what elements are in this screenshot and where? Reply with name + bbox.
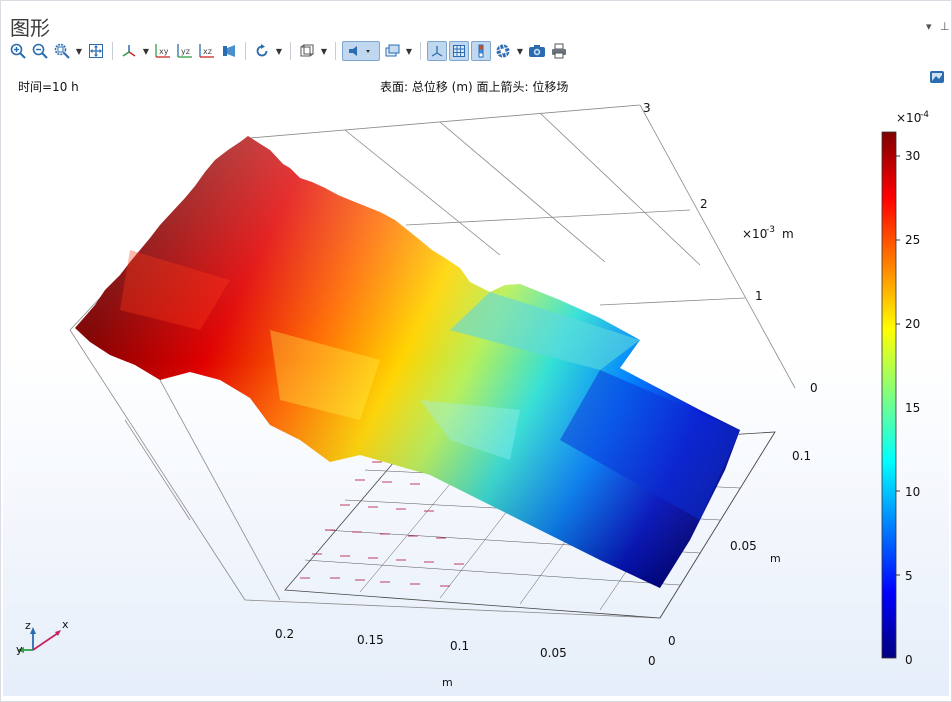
color-legend: ×10 -4 30 25 20 15 10 5 0 [881,110,929,667]
x-axis-label: m [442,676,453,689]
color-legend-bar [881,131,897,659]
z-tick-1: 1 [755,289,763,303]
z-unit: m [782,227,794,241]
x-tick-0.1: 0.1 [450,639,469,653]
legend-tick-30: 30 [905,149,920,163]
axis-triad: z y x [16,618,69,656]
legend-tick-0: 0 [905,653,913,667]
z-unit-power: -3 [766,225,775,235]
x-tick-0.05: 0.05 [540,646,567,660]
y-tick-0: 0 [668,634,676,648]
legend-tick-10: 10 [905,485,920,499]
legend-tick-20: 20 [905,317,920,331]
z-tick-3: 3 [643,101,651,115]
plot-scene: 3 2 1 0 ×10 -3 m 0.1 0.05 0 m 0.2 0.15 0… [16,101,929,689]
legend-tick-15: 15 [905,401,920,415]
y-tick-0.05: 0.05 [730,539,757,553]
x-tick-0.2: 0.2 [275,627,294,641]
z-tick-2: 2 [700,197,708,211]
y-axis-label: m [770,552,781,565]
y-tick-0.1: 0.1 [792,449,811,463]
x-tick-0.15: 0.15 [357,633,384,647]
displacement-arrows [300,461,464,587]
legend-exponent-power: -4 [920,110,929,120]
z-tick-0: 0 [810,381,818,395]
legend-exponent-base: ×10 [896,111,921,125]
triad-y-label: y [16,643,23,656]
legend-tick-25: 25 [905,233,920,247]
x-tick-0: 0 [648,654,656,668]
displacement-surface [75,136,740,588]
triad-x-label: x [62,618,69,631]
legend-tick-5: 5 [905,569,913,583]
z-unit-base: ×10 [742,227,767,241]
triad-z-label: z [25,619,31,632]
